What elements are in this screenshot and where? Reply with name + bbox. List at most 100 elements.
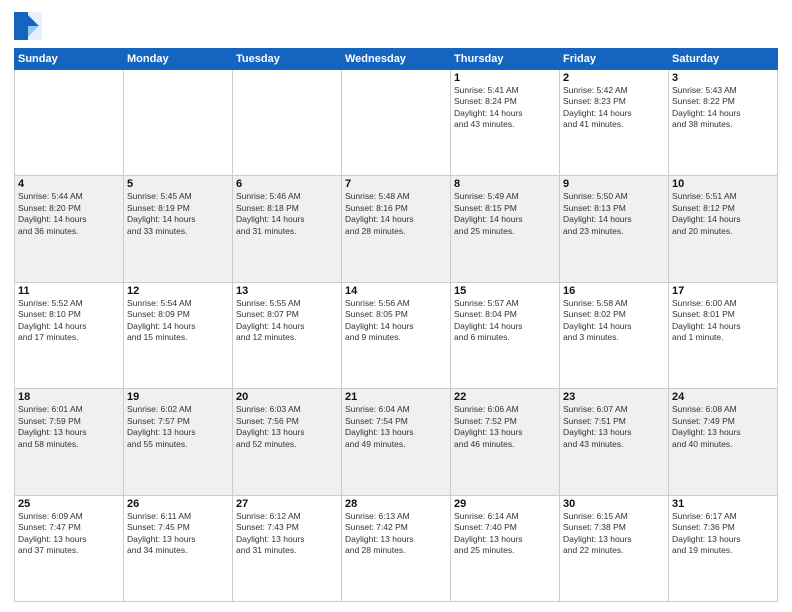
day-info: Sunrise: 6:12 AM Sunset: 7:43 PM Dayligh… [236,511,338,557]
header-friday: Friday [560,49,669,70]
day-number: 14 [345,285,447,297]
day-info: Sunrise: 5:57 AM Sunset: 8:04 PM Dayligh… [454,298,556,344]
logo [14,12,46,40]
day-cell: 6Sunrise: 5:46 AM Sunset: 8:18 PM Daylig… [233,176,342,282]
day-info: Sunrise: 5:50 AM Sunset: 8:13 PM Dayligh… [563,191,665,237]
day-number: 9 [563,178,665,190]
day-cell: 14Sunrise: 5:56 AM Sunset: 8:05 PM Dayli… [342,282,451,388]
day-cell: 28Sunrise: 6:13 AM Sunset: 7:42 PM Dayli… [342,495,451,601]
day-number: 3 [672,72,774,84]
day-cell: 17Sunrise: 6:00 AM Sunset: 8:01 PM Dayli… [669,282,778,388]
day-info: Sunrise: 6:03 AM Sunset: 7:56 PM Dayligh… [236,404,338,450]
day-info: Sunrise: 6:15 AM Sunset: 7:38 PM Dayligh… [563,511,665,557]
day-info: Sunrise: 5:44 AM Sunset: 8:20 PM Dayligh… [18,191,120,237]
day-info: Sunrise: 6:04 AM Sunset: 7:54 PM Dayligh… [345,404,447,450]
day-info: Sunrise: 6:07 AM Sunset: 7:51 PM Dayligh… [563,404,665,450]
day-info: Sunrise: 6:09 AM Sunset: 7:47 PM Dayligh… [18,511,120,557]
day-info: Sunrise: 5:48 AM Sunset: 8:16 PM Dayligh… [345,191,447,237]
day-number: 15 [454,285,556,297]
day-cell: 2Sunrise: 5:42 AM Sunset: 8:23 PM Daylig… [560,70,669,176]
day-info: Sunrise: 6:00 AM Sunset: 8:01 PM Dayligh… [672,298,774,344]
day-cell: 21Sunrise: 6:04 AM Sunset: 7:54 PM Dayli… [342,389,451,495]
day-number: 5 [127,178,229,190]
day-cell: 19Sunrise: 6:02 AM Sunset: 7:57 PM Dayli… [124,389,233,495]
day-cell: 13Sunrise: 5:55 AM Sunset: 8:07 PM Dayli… [233,282,342,388]
day-number: 17 [672,285,774,297]
day-number: 28 [345,498,447,510]
day-cell: 8Sunrise: 5:49 AM Sunset: 8:15 PM Daylig… [451,176,560,282]
day-info: Sunrise: 5:43 AM Sunset: 8:22 PM Dayligh… [672,85,774,131]
week-row-0: 1Sunrise: 5:41 AM Sunset: 8:24 PM Daylig… [15,70,778,176]
day-info: Sunrise: 6:08 AM Sunset: 7:49 PM Dayligh… [672,404,774,450]
day-cell: 26Sunrise: 6:11 AM Sunset: 7:45 PM Dayli… [124,495,233,601]
day-number: 6 [236,178,338,190]
header-wednesday: Wednesday [342,49,451,70]
day-cell: 4Sunrise: 5:44 AM Sunset: 8:20 PM Daylig… [15,176,124,282]
day-cell: 23Sunrise: 6:07 AM Sunset: 7:51 PM Dayli… [560,389,669,495]
weekday-header-row: Sunday Monday Tuesday Wednesday Thursday… [15,49,778,70]
day-info: Sunrise: 5:52 AM Sunset: 8:10 PM Dayligh… [18,298,120,344]
calendar-table: Sunday Monday Tuesday Wednesday Thursday… [14,48,778,602]
day-cell: 25Sunrise: 6:09 AM Sunset: 7:47 PM Dayli… [15,495,124,601]
day-info: Sunrise: 5:41 AM Sunset: 8:24 PM Dayligh… [454,85,556,131]
day-info: Sunrise: 6:02 AM Sunset: 7:57 PM Dayligh… [127,404,229,450]
page: Sunday Monday Tuesday Wednesday Thursday… [0,0,792,612]
day-info: Sunrise: 6:17 AM Sunset: 7:36 PM Dayligh… [672,511,774,557]
day-number: 10 [672,178,774,190]
day-info: Sunrise: 5:54 AM Sunset: 8:09 PM Dayligh… [127,298,229,344]
day-cell [124,70,233,176]
day-number: 16 [563,285,665,297]
day-number: 13 [236,285,338,297]
day-cell [15,70,124,176]
day-number: 1 [454,72,556,84]
day-cell: 7Sunrise: 5:48 AM Sunset: 8:16 PM Daylig… [342,176,451,282]
day-number: 31 [672,498,774,510]
day-cell: 22Sunrise: 6:06 AM Sunset: 7:52 PM Dayli… [451,389,560,495]
day-number: 7 [345,178,447,190]
day-cell: 3Sunrise: 5:43 AM Sunset: 8:22 PM Daylig… [669,70,778,176]
day-info: Sunrise: 6:14 AM Sunset: 7:40 PM Dayligh… [454,511,556,557]
day-number: 25 [18,498,120,510]
day-cell: 20Sunrise: 6:03 AM Sunset: 7:56 PM Dayli… [233,389,342,495]
day-number: 8 [454,178,556,190]
day-cell: 29Sunrise: 6:14 AM Sunset: 7:40 PM Dayli… [451,495,560,601]
day-cell: 30Sunrise: 6:15 AM Sunset: 7:38 PM Dayli… [560,495,669,601]
day-cell: 31Sunrise: 6:17 AM Sunset: 7:36 PM Dayli… [669,495,778,601]
day-cell: 16Sunrise: 5:58 AM Sunset: 8:02 PM Dayli… [560,282,669,388]
day-info: Sunrise: 5:49 AM Sunset: 8:15 PM Dayligh… [454,191,556,237]
day-number: 4 [18,178,120,190]
header [14,12,778,40]
day-number: 18 [18,391,120,403]
day-info: Sunrise: 5:55 AM Sunset: 8:07 PM Dayligh… [236,298,338,344]
day-number: 26 [127,498,229,510]
day-info: Sunrise: 5:58 AM Sunset: 8:02 PM Dayligh… [563,298,665,344]
day-number: 19 [127,391,229,403]
day-number: 11 [18,285,120,297]
day-cell: 24Sunrise: 6:08 AM Sunset: 7:49 PM Dayli… [669,389,778,495]
day-cell: 5Sunrise: 5:45 AM Sunset: 8:19 PM Daylig… [124,176,233,282]
day-number: 23 [563,391,665,403]
day-cell: 12Sunrise: 5:54 AM Sunset: 8:09 PM Dayli… [124,282,233,388]
header-saturday: Saturday [669,49,778,70]
week-row-1: 4Sunrise: 5:44 AM Sunset: 8:20 PM Daylig… [15,176,778,282]
day-info: Sunrise: 5:56 AM Sunset: 8:05 PM Dayligh… [345,298,447,344]
header-thursday: Thursday [451,49,560,70]
day-number: 30 [563,498,665,510]
header-sunday: Sunday [15,49,124,70]
week-row-4: 25Sunrise: 6:09 AM Sunset: 7:47 PM Dayli… [15,495,778,601]
day-number: 21 [345,391,447,403]
day-info: Sunrise: 6:06 AM Sunset: 7:52 PM Dayligh… [454,404,556,450]
day-cell: 10Sunrise: 5:51 AM Sunset: 8:12 PM Dayli… [669,176,778,282]
day-info: Sunrise: 5:42 AM Sunset: 8:23 PM Dayligh… [563,85,665,131]
day-cell: 11Sunrise: 5:52 AM Sunset: 8:10 PM Dayli… [15,282,124,388]
day-number: 27 [236,498,338,510]
day-info: Sunrise: 6:01 AM Sunset: 7:59 PM Dayligh… [18,404,120,450]
day-cell: 9Sunrise: 5:50 AM Sunset: 8:13 PM Daylig… [560,176,669,282]
day-cell: 18Sunrise: 6:01 AM Sunset: 7:59 PM Dayli… [15,389,124,495]
header-tuesday: Tuesday [233,49,342,70]
day-info: Sunrise: 6:13 AM Sunset: 7:42 PM Dayligh… [345,511,447,557]
header-monday: Monday [124,49,233,70]
day-number: 20 [236,391,338,403]
day-cell: 15Sunrise: 5:57 AM Sunset: 8:04 PM Dayli… [451,282,560,388]
day-info: Sunrise: 5:45 AM Sunset: 8:19 PM Dayligh… [127,191,229,237]
